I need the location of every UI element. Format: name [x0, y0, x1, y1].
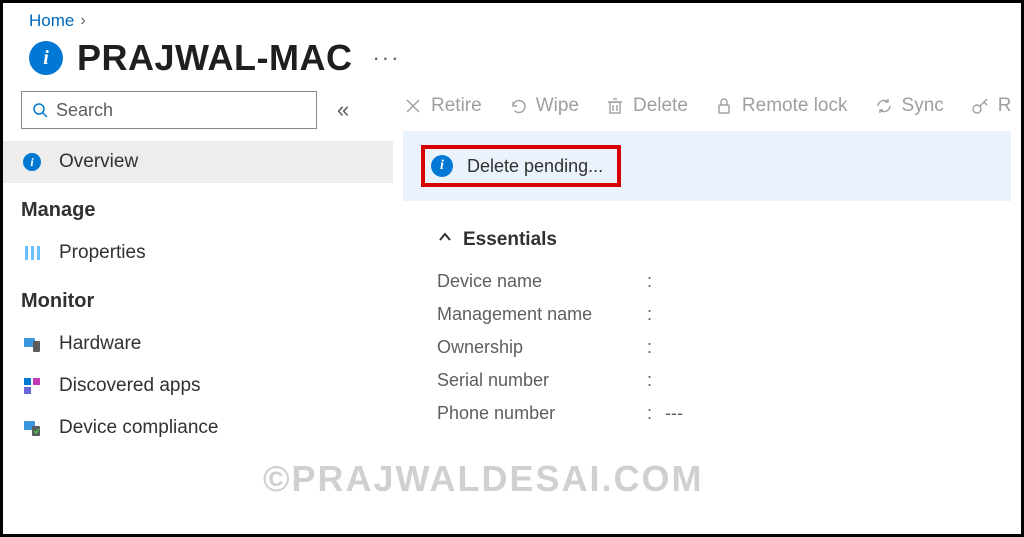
sidebar-item-label: Properties	[59, 242, 146, 264]
sync-icon	[874, 96, 894, 116]
sidebar-item-label: Device compliance	[59, 417, 218, 439]
banner-message: Delete pending...	[467, 156, 603, 177]
key-icon	[970, 96, 990, 116]
watermark: ©PRAJWALDESAI.COM	[263, 458, 704, 500]
more-button[interactable]: ···	[366, 45, 400, 71]
sidebar-section-manage: Manage	[3, 183, 393, 232]
search-icon	[32, 102, 48, 118]
command-bar: Retire Wipe Delete Remote lock	[393, 91, 1021, 131]
compliance-icon	[21, 419, 43, 437]
info-icon: i	[23, 153, 41, 171]
sidebar-section-monitor: Monitor	[3, 274, 393, 323]
highlight-box: i Delete pending...	[421, 145, 621, 187]
essentials-row: Ownership:	[437, 331, 1011, 364]
chevron-right-icon: ›	[80, 12, 85, 30]
essentials-row: Phone number:---	[437, 397, 1011, 430]
page-title: PRAJWAL-MAC	[77, 37, 352, 79]
undo-icon	[508, 96, 528, 116]
retire-button[interactable]: Retire	[403, 95, 482, 117]
sidebar-item-device-compliance[interactable]: Device compliance	[3, 407, 393, 449]
reset-button[interactable]: R	[970, 95, 1012, 117]
sidebar-item-label: Discovered apps	[59, 375, 201, 397]
trash-icon	[605, 96, 625, 116]
sidebar-item-properties[interactable]: Properties	[3, 232, 393, 274]
chevron-up-icon	[437, 229, 453, 251]
sidebar-item-label: Hardware	[59, 333, 141, 355]
main-panel: Retire Wipe Delete Remote lock	[393, 91, 1021, 449]
lock-icon	[714, 96, 734, 116]
sidebar-item-overview[interactable]: i Overview	[3, 141, 393, 183]
delete-button[interactable]: Delete	[605, 95, 688, 117]
sidebar-item-discovered-apps[interactable]: Discovered apps	[3, 365, 393, 407]
sidebar-item-label: Overview	[59, 151, 138, 173]
x-icon	[403, 96, 423, 116]
sidebar: Search « i Overview Manage Properties Mo…	[3, 91, 393, 449]
breadcrumb-home[interactable]: Home	[29, 11, 74, 31]
wipe-button[interactable]: Wipe	[508, 95, 579, 117]
collapse-sidebar-button[interactable]: «	[337, 97, 349, 123]
status-banner: i Delete pending...	[403, 131, 1011, 201]
essentials-row: Management name:	[437, 298, 1011, 331]
essentials-section: Essentials Device name: Management name:…	[393, 201, 1021, 430]
sync-button[interactable]: Sync	[874, 95, 944, 117]
search-input[interactable]: Search	[21, 91, 317, 129]
remote-lock-button[interactable]: Remote lock	[714, 95, 848, 117]
essentials-row: Serial number:	[437, 364, 1011, 397]
essentials-row: Device name:	[437, 265, 1011, 298]
search-placeholder: Search	[56, 100, 113, 121]
essentials-toggle[interactable]: Essentials	[437, 229, 1011, 265]
device-icon	[21, 335, 43, 353]
sidebar-item-hardware[interactable]: Hardware	[3, 323, 393, 365]
info-icon: i	[29, 41, 63, 75]
apps-icon	[21, 377, 43, 395]
info-icon: i	[431, 155, 453, 177]
sliders-icon	[21, 244, 43, 262]
breadcrumb: Home ›	[3, 11, 1021, 37]
